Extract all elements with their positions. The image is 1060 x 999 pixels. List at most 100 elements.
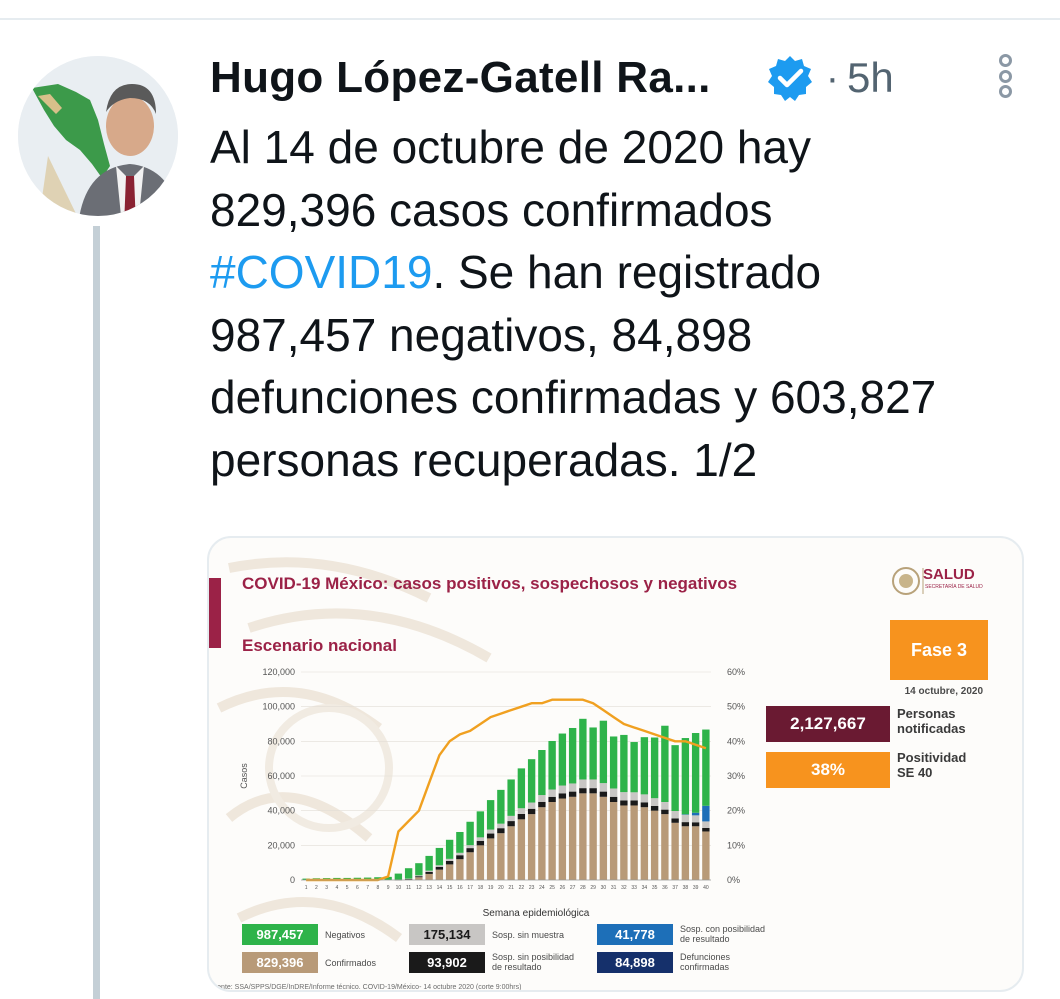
verified-badge-icon bbox=[767, 56, 812, 101]
bar-segment bbox=[589, 793, 597, 880]
bar-segment bbox=[435, 866, 444, 870]
bar-segment bbox=[497, 833, 505, 880]
bar-segment bbox=[425, 870, 433, 872]
y2-tick-label: 20% bbox=[727, 806, 745, 816]
x-tick-label: 7 bbox=[366, 885, 369, 891]
bar-segment bbox=[476, 845, 485, 880]
bar-segment bbox=[579, 788, 587, 794]
x-tick-label: 39 bbox=[693, 885, 699, 891]
slide-title: COVID-19 México: casos positivos, sospec… bbox=[242, 574, 738, 593]
bar-segment bbox=[415, 875, 423, 877]
x-tick-label: 33 bbox=[631, 885, 637, 891]
bar-segment bbox=[486, 829, 495, 834]
y2-tick-label: 0% bbox=[727, 875, 740, 885]
bar-segment bbox=[681, 738, 690, 815]
hashtag-link[interactable]: #COVID19 bbox=[210, 246, 432, 298]
bar-segment bbox=[661, 802, 669, 810]
bar-segment bbox=[425, 855, 433, 871]
bar-segment bbox=[466, 821, 474, 846]
x-tick-label: 21 bbox=[508, 885, 514, 891]
bar-segment bbox=[702, 831, 710, 880]
author-avatar[interactable] bbox=[18, 56, 178, 216]
bar-segment bbox=[599, 791, 608, 797]
legend-ssm-value: 175,134 bbox=[409, 924, 485, 945]
bar-segment bbox=[517, 768, 526, 809]
bar-segment bbox=[517, 808, 526, 814]
bar-segment bbox=[558, 798, 567, 880]
bar-segment bbox=[497, 823, 505, 829]
tweet-media-image[interactable]: COVID-19 México: casos positivos, sospec… bbox=[207, 536, 1024, 992]
x-tick-label: 27 bbox=[570, 885, 576, 891]
x-tick-label: 35 bbox=[652, 885, 658, 891]
x-tick-label: 20 bbox=[498, 885, 504, 891]
bar-segment bbox=[630, 742, 638, 793]
bar-segment bbox=[497, 828, 505, 834]
source-footnote: Fuente: SSA/SPPS/DGE/InDRE/Informe técni… bbox=[209, 984, 522, 991]
tweet-timestamp[interactable]: 5h bbox=[847, 54, 894, 102]
bar-segment bbox=[415, 877, 423, 880]
tweet-body: Al 14 de octubre de 2020 hay 829,396 cas… bbox=[210, 116, 1050, 491]
bar-segment bbox=[568, 791, 577, 797]
bar-segment bbox=[681, 826, 690, 880]
legend-def-label-line: Defunciones bbox=[680, 952, 731, 962]
bar-segment bbox=[435, 865, 444, 867]
bar-segment bbox=[527, 802, 536, 809]
bar-segment bbox=[497, 789, 505, 824]
bar-segment bbox=[702, 828, 710, 832]
bar-segment bbox=[445, 860, 454, 865]
covid-weekly-chart: 0 20,000 40,000 60,000 80,000 100,000 120,000 0… bbox=[239, 667, 745, 919]
bar-segment bbox=[579, 793, 587, 880]
bar-segment bbox=[548, 740, 556, 790]
bar-segment bbox=[538, 795, 546, 802]
bar-segment bbox=[445, 839, 454, 859]
bar-segment bbox=[445, 858, 454, 861]
bar-segment bbox=[702, 729, 710, 806]
bar-segment bbox=[404, 878, 413, 880]
tweet-header: Hugo López-Gatell Ra... · 5h bbox=[210, 48, 1050, 108]
bar-segment bbox=[558, 733, 567, 786]
notificadas-label-line: notificadas bbox=[897, 721, 966, 736]
bar-segment bbox=[425, 873, 433, 880]
legend-ssp-label: Sosp. sin posibilidad de resultado bbox=[492, 952, 574, 972]
tweet-text-line: #COVID19. Se han registrado bbox=[210, 241, 1050, 304]
slide-subtitle: Escenario nacional bbox=[242, 636, 397, 655]
bar-segment bbox=[568, 727, 577, 784]
bar-segment bbox=[527, 814, 536, 880]
bar-segment bbox=[599, 783, 608, 792]
y2-tick-label: 10% bbox=[727, 840, 745, 850]
y-tick-label: 40,000 bbox=[267, 806, 295, 816]
x-tick-label: 37 bbox=[672, 885, 678, 891]
more-options-icon[interactable] bbox=[998, 54, 1012, 98]
bar-segment bbox=[691, 815, 700, 823]
bar-segment bbox=[702, 821, 710, 828]
bar-segment bbox=[558, 793, 567, 799]
x-tick-label: 23 bbox=[529, 885, 535, 891]
bar-segment bbox=[630, 800, 638, 806]
bar-segment bbox=[486, 838, 495, 880]
y2-tick-label: 60% bbox=[727, 667, 745, 677]
bar-segment bbox=[527, 808, 536, 815]
bar-segment bbox=[650, 798, 659, 806]
bar-segment bbox=[558, 785, 567, 794]
bar-segment bbox=[671, 818, 679, 823]
bar-segment bbox=[620, 800, 628, 806]
bar-segment bbox=[681, 814, 690, 823]
x-tick-label: 4 bbox=[335, 885, 338, 891]
author-name[interactable]: Hugo López-Gatell Ra... bbox=[210, 53, 711, 103]
bar-segment bbox=[538, 807, 546, 880]
x-axis-title: Semana epidemiológica bbox=[483, 908, 590, 919]
x-tick-label: 22 bbox=[519, 885, 525, 891]
bar-segment bbox=[640, 737, 649, 795]
legend-ssp-label-line: Sosp. sin posibilidad bbox=[492, 952, 575, 962]
top-divider bbox=[0, 18, 1060, 20]
bar-segment bbox=[476, 811, 485, 838]
x-tick-label: 34 bbox=[642, 885, 648, 891]
bar-segment bbox=[507, 826, 515, 880]
bar-segment bbox=[609, 802, 618, 880]
x-tick-label: 2 bbox=[315, 885, 318, 891]
y-tick-label: 60,000 bbox=[267, 771, 295, 781]
fase-badge: Fase 3 bbox=[890, 620, 988, 680]
bar-segment bbox=[507, 779, 515, 816]
bar-segment bbox=[394, 873, 403, 880]
legend-scp-label: Sosp. con posibilidad de resultado bbox=[680, 924, 765, 944]
